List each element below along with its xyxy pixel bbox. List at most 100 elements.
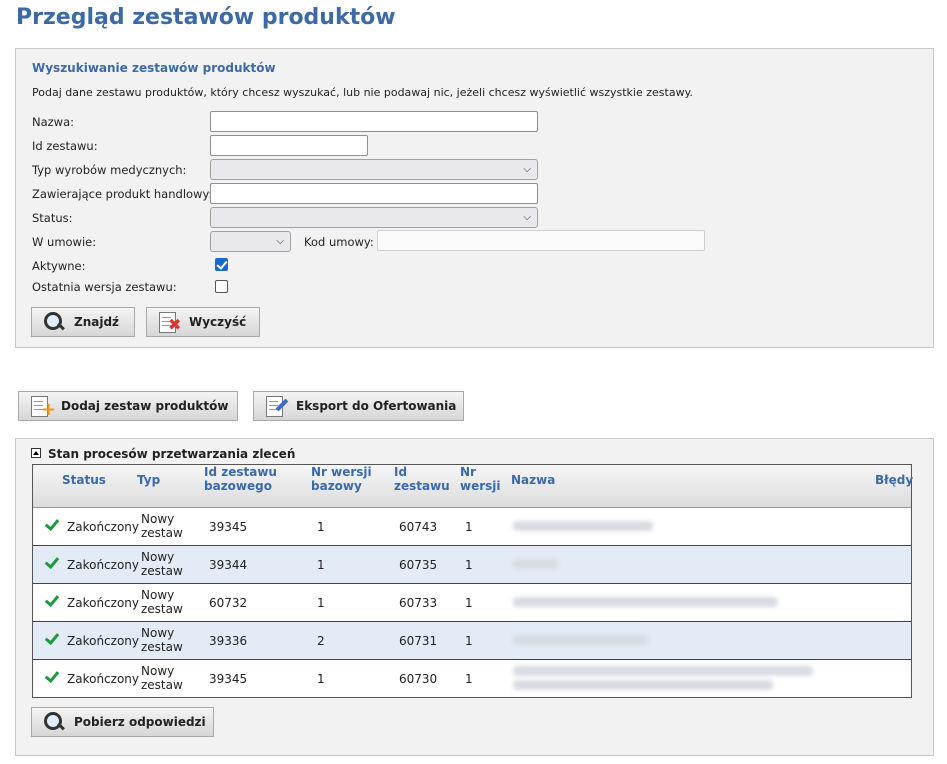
header-id-bazowy[interactable]: Id zestawu bazowego [204,465,277,493]
search-panel: Wyszukiwanie zestawów produktów Podaj da… [15,48,934,348]
page-title: Przegląd zestawów produktów [16,5,396,30]
cell-status: Zakończony [67,672,139,686]
header-bledy[interactable]: Błędy [875,473,913,487]
label-ostatnia-wersja: Ostatnia wersja zestawu: [32,280,177,294]
magnifier-icon [42,711,68,733]
processes-table: Status Typ Id zestawu bazowego Nr wersji… [32,464,913,698]
cell-id-zestawu: 60731 [399,634,438,648]
label-zawierajace: Zawierające produkt handlowy: [32,187,213,201]
label-status: Status: [32,211,73,225]
header-nr-wersji[interactable]: Nr wersji [460,465,501,493]
typ-wyrobow-select[interactable]: ⌵ [210,159,538,180]
cell-nazwa-redacted [513,521,653,531]
check-icon [45,594,58,607]
processes-panel: Stan procesów przetwarzania zleceń Statu… [15,438,934,756]
aktywne-checkbox[interactable] [215,258,228,271]
ostatnia-wersja-checkbox[interactable] [215,280,228,293]
cell-typ: Nowy zestaw [141,512,183,540]
header-nr-wersji-bazowy[interactable]: Nr wersji bazowy [311,465,372,493]
cell-nr-wersji-bazowy: 1 [317,520,325,534]
header-nr-wersji-bazowy-line1: Nr wersji [311,465,372,479]
header-id-zestawu-line2: zestawu [394,479,450,493]
cell-id-bazowy: 39336 [209,634,248,648]
edit-document-icon [264,395,290,417]
table-row[interactable]: Zakończony Nowy zestaw 60732 1 60733 1 [33,584,911,622]
cell-nr-wersji-bazowy: 1 [317,558,325,572]
cell-status: Zakończony [67,558,139,572]
header-nr-wersji-line2: wersji [460,479,501,493]
cell-id-zestawu: 60743 [399,520,438,534]
collapse-icon[interactable] [31,448,41,458]
header-id-bazowy-line2: bazowego [204,479,272,493]
header-id-zestawu[interactable]: Id zestawu [394,465,450,493]
header-status[interactable]: Status [62,473,106,487]
w-umowie-select[interactable]: ⌵ [210,231,291,252]
cell-id-bazowy: 39344 [209,558,248,572]
fetch-responses-label: Pobierz odpowiedzi [74,715,206,729]
cell-status: Zakończony [67,596,139,610]
nazwa-input[interactable] [210,111,538,132]
add-set-label: Dodaj zestaw produktów [61,399,229,413]
cell-nr-wersji: 1 [465,596,473,610]
label-aktywne: Aktywne: [32,259,86,273]
chevron-down-icon: ⌵ [523,164,531,175]
label-w-umowie: W umowie: [32,235,97,249]
label-id-zestawu: Id zestawu: [32,139,98,153]
header-id-zestawu-line1: Id [394,465,408,479]
chevron-down-icon: ⌵ [523,212,531,223]
cell-typ: Nowy zestaw [141,588,183,616]
clear-button[interactable]: ✖ Wyczyść [146,307,260,337]
table-row[interactable]: Zakończony Nowy zestaw 39345 1 60730 1 [33,660,911,697]
header-nr-wersji-line1: Nr [460,465,476,479]
cell-id-bazowy: 39345 [209,672,248,686]
table-row[interactable]: Zakończony Nowy zestaw 39336 2 60731 1 [33,622,911,660]
cell-nazwa-redacted [513,597,778,607]
export-button[interactable]: Eksport do Ofertowania [253,391,464,421]
cell-status: Zakończony [67,520,139,534]
cell-nr-wersji: 1 [465,520,473,534]
table-header: Status Typ Id zestawu bazowego Nr wersji… [33,465,913,508]
check-icon [45,556,58,569]
id-zestawu-input[interactable] [210,135,368,156]
cell-nazwa-redacted [513,635,648,645]
cell-id-zestawu: 60733 [399,596,438,610]
label-kod-umowy: Kod umowy: [304,235,374,249]
check-icon [45,670,58,683]
search-panel-title: Wyszukiwanie zestawów produktów [32,61,276,75]
fetch-responses-button[interactable]: Pobierz odpowiedzi [31,707,214,737]
find-button-label: Znajdź [74,315,120,329]
search-description: Podaj dane zestawu produktów, który chce… [32,86,694,99]
header-id-bazowy-line1: Id zestawu [204,465,277,479]
cell-typ: Nowy zestaw [141,550,183,578]
table-row[interactable]: Zakończony Nowy zestaw 39344 1 60735 1 [33,546,911,584]
cell-nazwa-redacted [513,680,773,690]
cell-id-bazowy: 60732 [209,596,248,610]
export-label: Eksport do Ofertowania [296,399,457,413]
magnifier-icon [42,311,68,333]
cell-nr-wersji-bazowy: 1 [317,596,325,610]
header-typ[interactable]: Typ [137,473,160,487]
cell-nazwa-redacted [513,666,813,676]
status-select[interactable]: ⌵ [210,207,538,228]
add-document-icon: + [29,395,56,419]
table-row[interactable]: Zakończony Nowy zestaw 39345 1 60743 1 [33,508,911,546]
cell-nr-wersji: 1 [465,558,473,572]
zawierajace-input[interactable] [210,183,538,204]
cell-nr-wersji-bazowy: 2 [317,634,325,648]
find-button[interactable]: Znajdź [31,307,135,337]
clear-button-label: Wyczyść [189,315,247,329]
add-set-button[interactable]: + Dodaj zestaw produktów [18,391,238,421]
cell-typ: Nowy zestaw [141,626,183,654]
check-icon [45,518,58,531]
header-nr-wersji-bazowy-line2: bazowy [311,479,362,493]
cell-nazwa-redacted [513,559,558,569]
processes-title: Stan procesów przetwarzania zleceń [48,447,296,461]
label-typ-wyrobow: Typ wyrobów medycznych: [32,163,187,177]
cell-nr-wersji: 1 [465,672,473,686]
header-nazwa[interactable]: Nazwa [511,473,555,487]
kod-umowy-input[interactable] [377,230,705,251]
label-nazwa: Nazwa: [32,115,75,129]
chevron-down-icon: ⌵ [276,236,284,247]
check-icon [45,632,58,645]
cell-nr-wersji: 1 [465,634,473,648]
